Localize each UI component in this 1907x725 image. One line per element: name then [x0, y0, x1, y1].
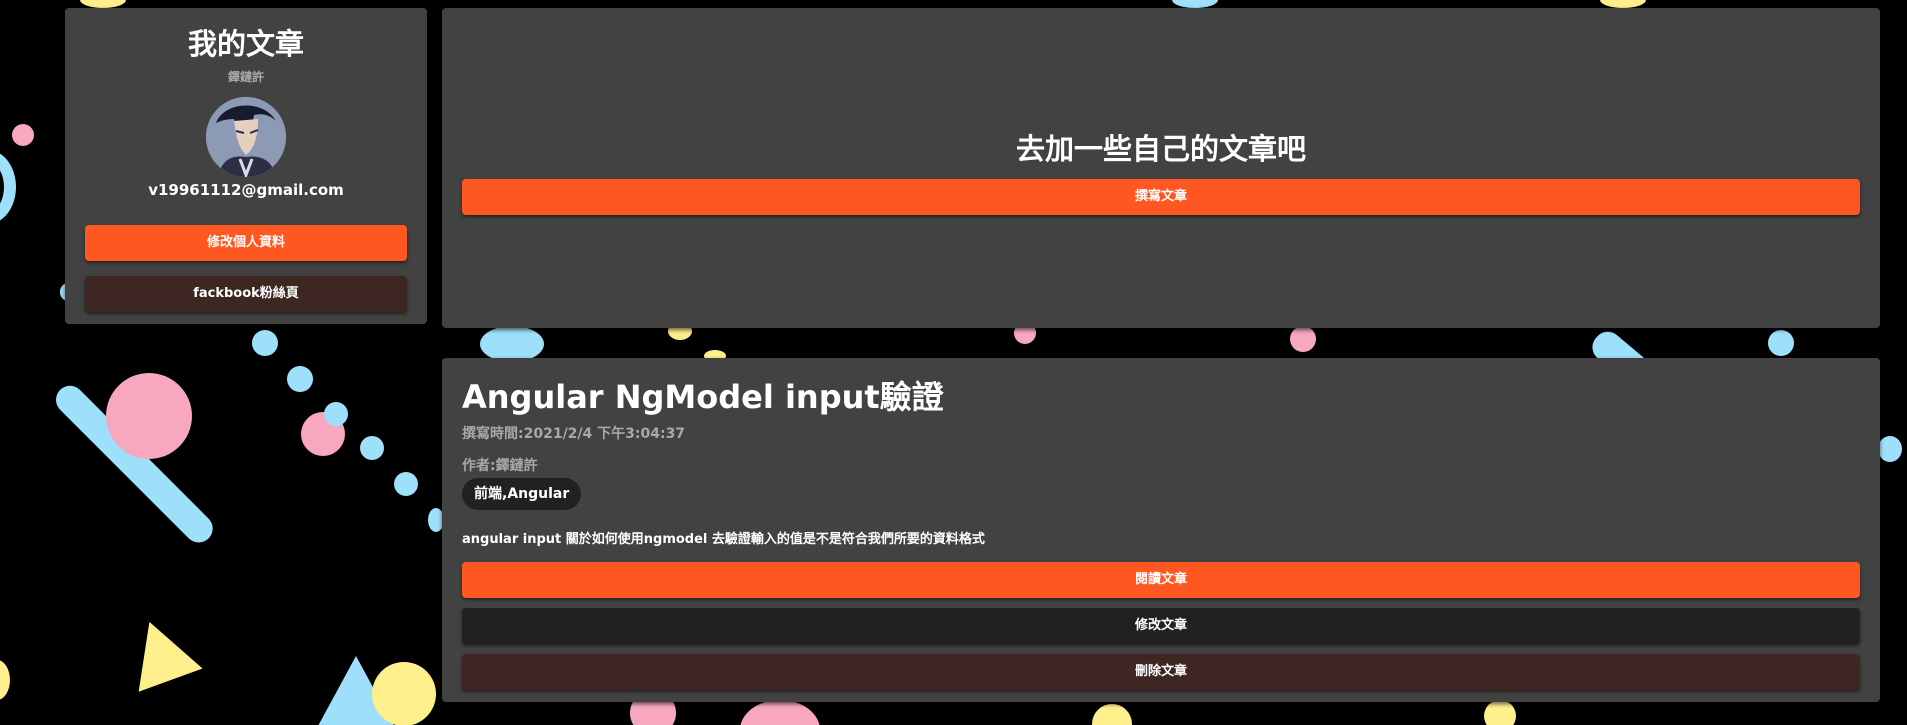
decorative-circle-blue — [394, 472, 418, 496]
decorative-circle-blue — [1172, 0, 1218, 8]
decorative-circle-blue — [324, 402, 348, 426]
article-description: angular input 關於如何使用ngmodel 去驗證輸入的值是不是符合… — [462, 532, 985, 547]
article-tags[interactable]: 前端,Angular — [462, 478, 582, 510]
profile-email: v19961112@gmail.com — [148, 181, 344, 199]
profile-card: 我的文章 鐸鏈許 v19961112@gmail.com 修改個人資料 fack… — [65, 8, 427, 324]
cta-heading: 去加一些自己的文章吧 — [1015, 132, 1306, 166]
decorative-circle-yellow — [1600, 0, 1646, 8]
anime-character-avatar-icon — [206, 97, 286, 177]
page-background: 我的文章 鐸鏈許 v19961112@gmail.com 修改個人資料 fack… — [0, 0, 1907, 725]
article-card: Angular NgModel input驗證 撰寫時間:2021/2/4 下午… — [442, 358, 1880, 702]
decorative-circle-blue — [287, 366, 313, 392]
decorative-circle-blue — [252, 330, 278, 356]
avatar — [206, 97, 286, 177]
decorative-triangle-yellow — [117, 610, 203, 692]
decorative-ring-blue — [0, 150, 16, 224]
decorative-circle-pink — [12, 124, 34, 146]
decorative-circle-blue — [1768, 330, 1794, 356]
decorative-circle-yellow — [372, 662, 436, 725]
article-author: 作者:鐸鏈許 — [462, 458, 538, 474]
profile-title: 我的文章 — [187, 27, 304, 61]
decorative-circle-blue — [360, 436, 384, 460]
decorative-circle-blue — [1878, 436, 1902, 462]
decorative-circle-yellow — [80, 0, 126, 8]
decorative-circle-pink — [106, 373, 192, 459]
decorative-circle-pink — [740, 700, 820, 725]
edit-article-button[interactable]: 修改文章 — [462, 608, 1860, 644]
facebook-page-button[interactable]: fackbook粉絲頁 — [85, 276, 407, 312]
read-article-button[interactable]: 閱讀文章 — [462, 562, 1860, 598]
article-timestamp: 撰寫時間:2021/2/4 下午3:04:37 — [462, 426, 686, 442]
decorative-circle-yellow — [1484, 700, 1516, 725]
profile-username: 鐸鏈許 — [227, 70, 264, 84]
article-title: Angular NgModel input驗證 — [462, 378, 944, 416]
write-article-card: 去加一些自己的文章吧 撰寫文章 — [442, 8, 1880, 328]
edit-profile-button[interactable]: 修改個人資料 — [85, 225, 407, 261]
delete-article-button[interactable]: 刪除文章 — [462, 654, 1860, 690]
decorative-circle-blue — [480, 326, 544, 362]
decorative-circle-yellow — [1092, 704, 1132, 725]
decorative-circle-pink — [1290, 326, 1316, 352]
write-article-button[interactable]: 撰寫文章 — [462, 179, 1860, 215]
decorative-circle-yellow — [0, 660, 10, 700]
